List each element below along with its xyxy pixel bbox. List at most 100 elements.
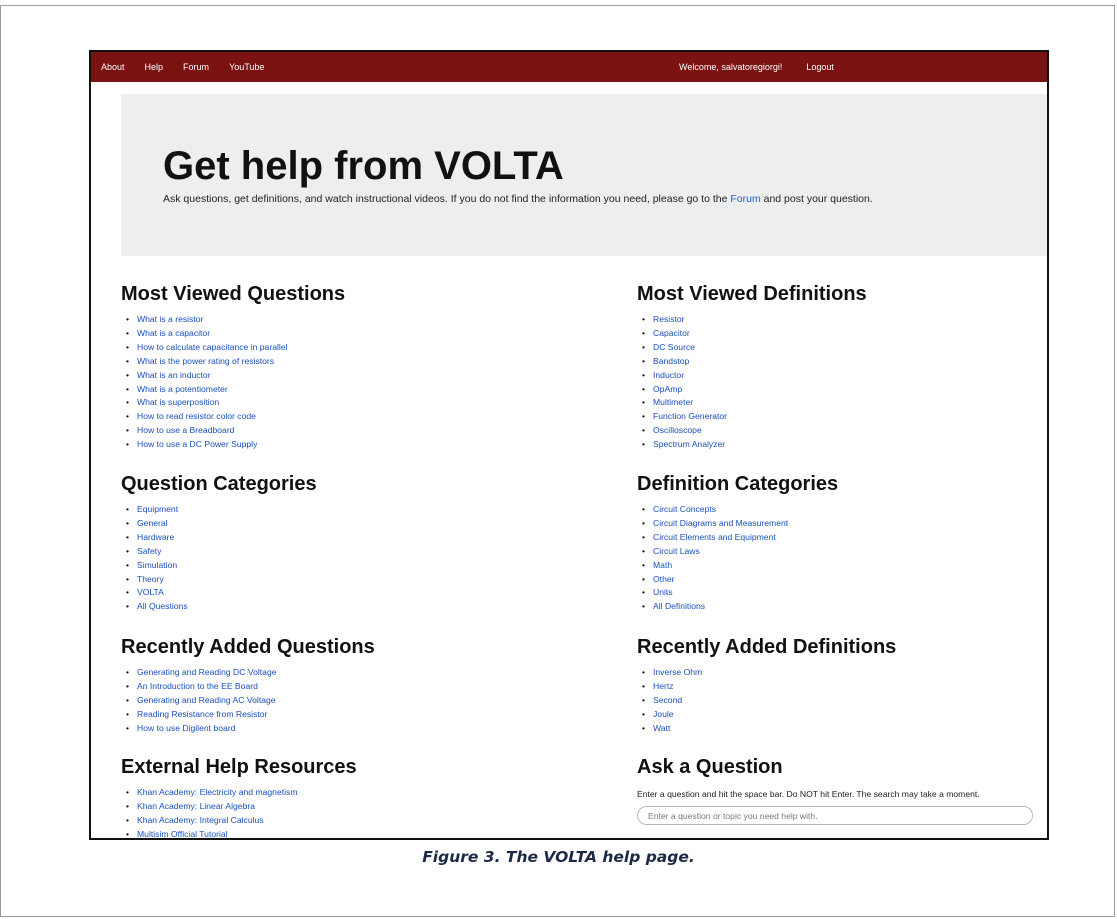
list-item-link[interactable]: Joule [653,709,674,719]
list-item-link[interactable]: Circuit Laws [653,546,700,556]
list-item: Resistor [642,313,867,327]
figure-frame: About Help Forum YouTube Welcome, salvat… [0,5,1115,917]
list-item-link[interactable]: Safety [137,546,161,556]
link-list: Circuit Concepts Circuit Diagrams and Mea… [637,503,838,614]
list-item-link[interactable]: Spectrum Analyzer [653,439,725,449]
list-item-link[interactable]: Units [653,587,673,597]
list-item-link[interactable]: What is an inductor [137,370,211,380]
list-item-link[interactable]: All Questions [137,601,188,611]
list-item-link[interactable]: Math [653,560,672,570]
list-item: Safety [126,545,317,559]
list-item-link[interactable]: Generating and Reading AC Voltage [137,695,276,705]
question-categories-section: Question Categories Equipment General Hard… [121,474,317,614]
definition-categories-section: Definition Categories Circuit ConceptsCi… [637,474,838,614]
list-item: How to read resistor color code [126,410,345,424]
list-item-link[interactable]: How to use Digilent board [137,723,235,733]
section-title: Most Viewed Definitions [637,283,867,305]
list-item-link[interactable]: Inverse Ohm [653,667,702,677]
list-item-link[interactable]: What is a capacitor [137,328,210,338]
nav-help-link[interactable]: Help [145,62,164,72]
lead-forum-link[interactable]: Forum [730,193,760,205]
list-item: What is the power rating of resistors [126,355,345,369]
list-item-link[interactable]: What is the power rating of resistors [137,356,274,366]
list-item-link[interactable]: How to use a DC Power Supply [137,439,257,449]
list-item: Equipment [126,503,317,517]
list-item-link[interactable]: Theory [137,574,164,584]
section-title: Most Viewed Questions [121,283,346,305]
link-list: Khan Academy: Electricity and magnetism K… [121,786,357,838]
list-item: Khan Academy: Linear Algebra [126,800,357,814]
list-item: Theory [126,573,317,587]
recently-added-questions-section: Recently Added Questions Generating and … [121,637,375,736]
list-item-link[interactable]: General [137,518,168,528]
list-item-link[interactable]: VOLTA [137,587,164,597]
list-item-link[interactable]: Circuit Diagrams and Measurement [653,518,788,528]
section-title: Recently Added Definitions [637,636,897,658]
list-item-link[interactable]: Other [653,574,675,584]
list-item-link[interactable]: Function Generator [653,411,727,421]
list-item: Math [642,559,838,573]
list-item-link[interactable]: Khan Academy: Integral Calculus [137,815,264,825]
list-item: Inductor [642,369,867,383]
list-item-link[interactable]: Inductor [653,370,684,380]
list-item-link[interactable]: OpAmp [653,384,682,394]
list-item-link[interactable]: Watt [653,723,670,733]
list-item-link[interactable]: What is a potentiometer [137,384,228,394]
list-item: How to use a DC Power Supply [126,438,345,452]
list-item: Other [642,573,838,587]
list-item-link[interactable]: Multimeter [653,397,693,407]
logout-link[interactable]: Logout [806,62,834,72]
nav-youtube-link[interactable]: YouTube [229,62,264,72]
list-item-link[interactable]: Equipment [137,504,178,514]
external-help-resources-section: External Help Resources Khan Academy: El… [121,756,357,838]
lead-text-after: and post your question. [760,193,873,205]
list-item: All Definitions [642,600,838,614]
section-title: External Help Resources [121,756,357,778]
list-item: Khan Academy: Electricity and magnetism [126,786,357,800]
list-item-link[interactable]: Khan Academy: Electricity and magnetism [137,787,298,797]
welcome-user-link[interactable]: Welcome, salvatoregiorgi! [679,62,782,72]
list-item-link[interactable]: Resistor [653,314,685,324]
list-item-link[interactable]: Bandstop [653,356,689,366]
list-item-link[interactable]: Generating and Reading DC Voltage [137,667,277,677]
list-item: All Questions [126,600,317,614]
question-search-input[interactable] [637,806,1033,825]
list-item-link[interactable]: Second [653,695,682,705]
list-item-link[interactable]: Circuit Concepts [653,504,716,514]
list-item: How to calculate capacitance in parallel [126,341,345,355]
list-item: Circuit Concepts [642,503,838,517]
list-item-link[interactable]: How to use a Breadboard [137,425,234,435]
list-item: Circuit Laws [642,545,838,559]
list-item-link[interactable]: Simulation [137,560,177,570]
list-item-link[interactable]: Multisim Official Tutorial [137,829,228,838]
figure-caption: Figure 3. The VOLTA help page. [422,848,695,866]
list-item: Multisim Official Tutorial [126,828,357,838]
list-item-link[interactable]: What is superposition [137,397,219,407]
list-item: Joule [642,708,896,722]
list-item: Second [642,694,896,708]
list-item-link[interactable]: Hertz [653,681,674,691]
list-item: How to use Digilent board [126,722,375,736]
list-item-link[interactable]: Khan Academy: Linear Algebra [137,801,255,811]
link-list: Equipment General Hardware Safety Simulation… [121,503,317,614]
list-item-link[interactable]: DC Source [653,342,695,352]
nav-forum-link[interactable]: Forum [183,62,209,72]
list-item-link[interactable]: Reading Resistance from Resistor [137,709,267,719]
volta-help-page: About Help Forum YouTube Welcome, salvat… [89,50,1049,840]
nav-about-link[interactable]: About [101,62,125,72]
page-title: Get help from VOLTA [163,144,564,188]
list-item-link[interactable]: An Introduction to the EE Board [137,681,258,691]
list-item: Watt [642,722,896,736]
list-item: Bandstop [642,355,867,369]
list-item-link[interactable]: Hardware [137,532,174,542]
list-item-link[interactable]: How to read resistor color code [137,411,256,421]
list-item-link[interactable]: Oscilloscope [653,425,702,435]
list-item-link[interactable]: How to calculate capacitance in parallel [137,342,287,352]
list-item-link[interactable]: What is a resistor [137,314,203,324]
link-list: Resistor Capacitor DC Source Bandstop Induct… [637,313,867,452]
list-item-link[interactable]: All Definitions [653,601,705,611]
list-item-link[interactable]: Capacitor [653,328,690,338]
list-item: What is a resistor [126,313,345,327]
list-item-link[interactable]: Circuit Elements and Equipment [653,532,776,542]
link-list: What is a resistor What is a capacitor How… [121,313,345,452]
